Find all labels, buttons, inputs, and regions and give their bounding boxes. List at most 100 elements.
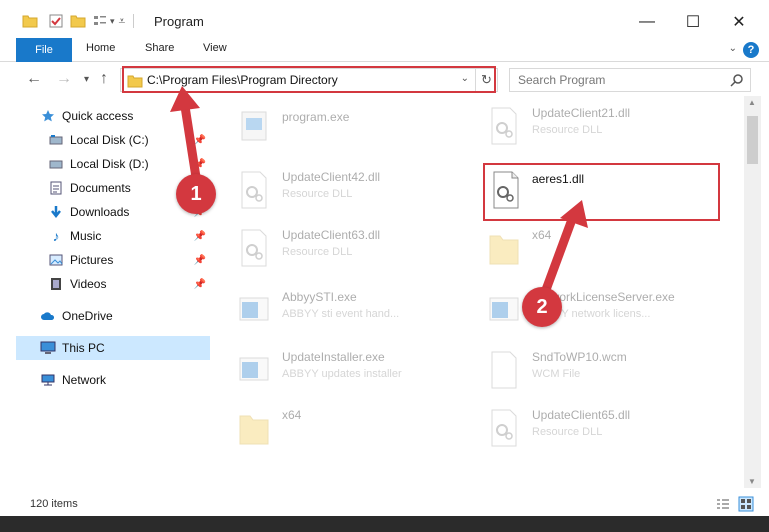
file-description: ABBYY sti event hand... [282,308,400,320]
toolbar-separator [133,14,135,28]
file-highlight-box [483,163,720,221]
file-description: Resource DLL [282,188,353,200]
dropdown-arrow-icon[interactable]: ▾ [110,16,115,27]
pin-icon[interactable]: 📌 [194,159,206,170]
pin-icon[interactable]: 📌 [194,231,206,242]
file-name: x64 [532,228,552,242]
documents-icon [48,180,64,196]
new-folder-icon[interactable] [70,13,86,29]
pin-icon[interactable]: 📌 [194,255,206,266]
properties-icon[interactable] [48,13,64,29]
star-icon [40,108,56,124]
address-highlight-box [122,66,496,93]
scroll-thumb[interactable] [747,116,758,164]
step-badge-1: 1 [176,174,216,214]
file-list: program.exe UpdateClient21.dll Resource … [222,96,742,486]
sidebar-item-label: Downloads [70,205,130,219]
file-item[interactable]: UpdateClient21.dll Resource DLL [472,96,708,152]
close-button[interactable]: ✕ [716,8,762,36]
pc-icon [40,340,56,356]
file-item[interactable]: x64 [472,218,708,274]
up-arrow-icon[interactable]: ↑ [100,70,108,88]
folder-icon[interactable] [22,13,38,29]
file-name: UpdateClient21.dll [532,106,631,120]
file-name: UpdateInstaller.exe [282,350,385,364]
sidebar-item-label: Local Disk (C:) [70,133,149,147]
file-item[interactable]: program.exe [222,96,458,152]
file-item[interactable]: UpdateClient42.dll Resource DLL [222,160,458,216]
tab-view[interactable]: View [203,42,227,54]
file-item[interactable]: UpdateClient65.dll Resource DLL [472,398,708,454]
search-input[interactable]: Search Program [509,68,751,92]
file-item[interactable]: UpdateInstaller.exe ABBYY updates instal… [222,340,458,396]
exe-icon [241,111,267,141]
pictures-icon [48,252,64,268]
dll-icon [491,107,517,145]
network-icon [40,372,56,388]
forward-arrow-icon[interactable]: → [56,70,72,88]
sidebar-item-label: Quick access [62,109,134,123]
music-icon: ♪ [52,228,60,244]
large-icons-view-icon[interactable] [738,496,754,512]
step-badge-2: 2 [522,287,562,327]
sidebar-item-label: Pictures [70,253,114,267]
window-title: Program [154,14,204,29]
file-item[interactable]: AbbyySTI.exe ABBYY sti event hand... [222,280,458,336]
title-bar: ▾ ⩡ Program — ☐ ✕ [0,0,769,40]
sidebar-item-label: OneDrive [62,309,113,323]
file-item[interactable]: UpdateClient63.dll Resource DLL [222,218,458,274]
search-icon[interactable] [730,73,744,87]
dll-icon [241,171,267,209]
sidebar-item-local-disk-c[interactable]: Local Disk (C:) 📌 [48,128,210,152]
sidebar-item-local-disk-d[interactable]: Local Disk (D:) 📌 [48,152,210,176]
sidebar-item-network[interactable]: Network [40,368,210,392]
file-item[interactable]: SndToWP10.wcm WCM File [472,340,708,396]
sidebar-item-label: Documents [70,181,131,195]
app-icon [489,297,519,321]
sidebar-item-music[interactable]: ♪ Music 📌 [48,224,210,248]
sidebar-item-label: This PC [62,341,105,355]
file-name: SndToWP10.wcm [532,350,627,364]
file-description: WCM File [532,368,581,380]
help-button[interactable]: ? [743,42,759,58]
tab-share[interactable]: Share [145,42,174,54]
sidebar-item-label: Network [62,373,107,387]
file-item[interactable]: x64 [222,398,458,454]
back-arrow-icon[interactable]: ← [26,70,42,88]
tab-home[interactable]: Home [86,42,115,54]
file-name: program.exe [282,110,350,124]
view-options-icon[interactable] [92,13,108,29]
expand-ribbon-icon[interactable]: ⌄ [729,43,737,54]
dll-icon [241,229,267,267]
sidebar-item-this-pc[interactable]: This PC [16,336,210,360]
status-bar: 120 items [0,492,769,516]
maximize-button[interactable]: ☐ [670,8,716,36]
recent-locations-icon[interactable]: ▾ [84,74,89,85]
vertical-scrollbar[interactable]: ▲ ▼ [744,96,761,488]
pin-icon[interactable]: 📌 [194,135,206,146]
tab-file[interactable]: File [16,38,72,62]
sidebar-item-quick-access[interactable]: Quick access [40,104,234,128]
file-item[interactable]: NetworkLicenseServer.exe ABBYY network l… [472,280,708,336]
drive-icon [48,156,64,172]
taskbar-edge [0,516,769,532]
scroll-down-icon[interactable]: ▼ [748,477,756,486]
sidebar-item-onedrive[interactable]: OneDrive [40,304,210,328]
details-view-icon[interactable] [716,498,730,510]
pin-icon[interactable]: 📌 [194,279,206,290]
drive-icon [48,132,64,148]
sidebar-item-videos[interactable]: Videos 📌 [48,272,210,296]
folder-icon [489,235,519,265]
videos-icon [48,276,64,292]
app-icon [239,297,269,321]
file-name: UpdateClient63.dll [282,228,381,242]
file-description: ABBYY updates installer [282,368,402,380]
sidebar-item-label: Music [70,229,102,243]
sidebar-item-pictures[interactable]: Pictures 📌 [48,248,210,272]
file-name: UpdateClient65.dll [532,408,631,422]
minimize-button[interactable]: — [624,8,670,36]
file-description: Resource DLL [282,246,353,258]
dll-icon [491,409,517,447]
scroll-up-icon[interactable]: ▲ [748,98,756,107]
customize-toolbar-icon[interactable]: ⩡ [119,14,126,29]
